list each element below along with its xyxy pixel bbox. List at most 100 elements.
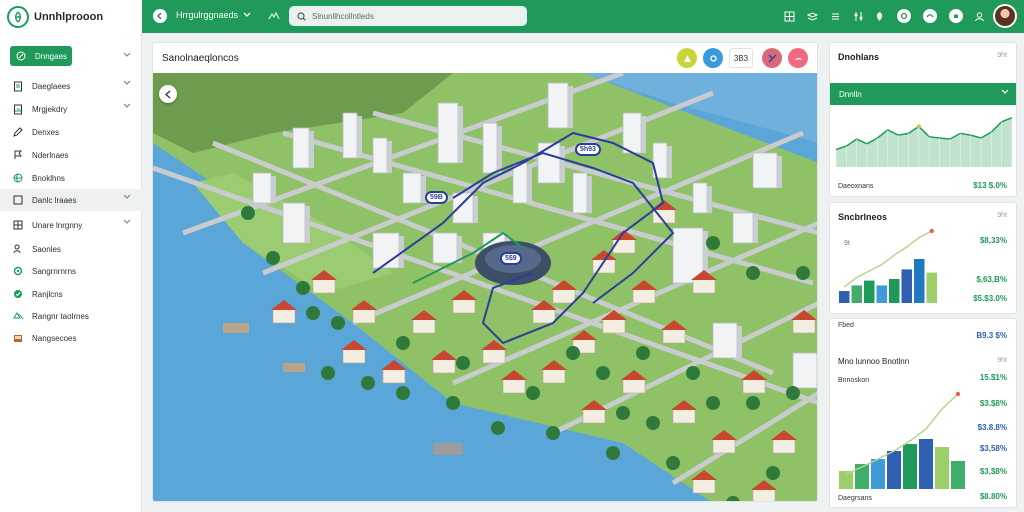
sidebar-item-label: Mrgjekdry <box>32 104 68 114</box>
bar <box>839 291 850 303</box>
sidebar-item-label: Bnoklhns <box>32 173 65 183</box>
tree <box>296 281 310 295</box>
chat-icon[interactable] <box>897 9 911 23</box>
city-map[interactable]: 59B 5h93 5$9 <box>153 73 818 502</box>
location-tool-icon[interactable] <box>703 48 723 68</box>
bar <box>871 459 885 489</box>
building <box>777 156 782 188</box>
sidebar-item-10[interactable]: Ranjlcns <box>0 283 142 305</box>
house <box>382 368 406 384</box>
back-icon[interactable] <box>153 9 167 23</box>
sidebar-item-0[interactable]: Dnngaes <box>10 46 72 66</box>
sidebar-item-6[interactable]: Danlc lraaes <box>0 189 142 211</box>
bar <box>914 259 925 303</box>
house <box>712 438 736 454</box>
data-point <box>929 228 934 234</box>
tree <box>361 376 375 390</box>
tree <box>706 396 720 410</box>
route-tool-icon[interactable] <box>762 48 782 68</box>
house <box>622 378 646 394</box>
sidebar-item-12[interactable]: Nangsecoes <box>0 327 142 349</box>
tree <box>596 366 610 380</box>
building <box>560 146 565 183</box>
globe-icon <box>12 172 24 184</box>
building <box>473 196 478 223</box>
document-icon <box>12 80 24 92</box>
sidebar-item-8[interactable]: Saonles <box>0 238 142 260</box>
chevron-down-icon[interactable] <box>123 52 131 58</box>
globe-icon[interactable] <box>923 9 937 23</box>
house <box>692 278 716 294</box>
bell-icon[interactable] <box>949 9 963 23</box>
tree <box>686 366 700 380</box>
measure-tool-icon[interactable] <box>677 48 697 68</box>
row-value: $3,$8% <box>979 467 1007 476</box>
square-icon <box>12 194 24 206</box>
list-icon[interactable] <box>828 9 842 23</box>
selection-count[interactable]: 3B3 <box>729 48 753 68</box>
map-back-icon[interactable] <box>159 85 177 103</box>
search-input[interactable]: Slnunllhcollntleds <box>289 6 527 26</box>
sidebar-item-label: Danlc lraaes <box>32 195 77 205</box>
chevron-down-icon <box>123 80 131 86</box>
building <box>752 152 778 189</box>
house <box>452 298 476 314</box>
bar <box>903 444 917 489</box>
building <box>357 116 362 158</box>
map-pin-icon[interactable] <box>872 9 886 23</box>
brand[interactable]: Unnhlprooon <box>0 0 142 33</box>
panel-scenarios: Sncbrlneos 9ht 9t rSt $8,33% $,63,B% $5.… <box>829 202 1017 314</box>
grid-icon[interactable] <box>782 9 796 23</box>
bar <box>926 272 937 303</box>
avatar[interactable] <box>993 4 1017 28</box>
user-icon[interactable] <box>972 9 986 23</box>
panel-overview: Dnohlans 9ht Dnnlln Daeoxnans $13 $.0% <box>829 42 1017 197</box>
metric-value: $5.$3.0% <box>973 294 1007 303</box>
sliders-icon[interactable] <box>851 9 865 23</box>
house <box>602 318 626 334</box>
sidebar-item-3[interactable]: Denxes <box>0 121 142 143</box>
building <box>452 192 474 224</box>
route-badge[interactable]: 5$9 <box>500 252 522 265</box>
project-selector[interactable]: Hrrgulrggnaeds <box>176 10 251 20</box>
house <box>582 408 606 424</box>
building <box>271 176 276 203</box>
bar <box>901 269 912 303</box>
panel-dropdown[interactable]: Dnnlln <box>830 83 1016 105</box>
sidebar-item-7[interactable]: Unare lnrgnny <box>0 214 142 236</box>
app-name: Unnhlprooon <box>34 10 104 23</box>
pier <box>223 323 249 333</box>
bar <box>876 285 887 303</box>
building <box>458 106 463 163</box>
delete-tool-icon[interactable] <box>788 48 808 68</box>
building <box>568 86 573 128</box>
tree <box>766 466 780 480</box>
route-badge[interactable]: 59B <box>425 191 448 204</box>
city-map-canvas[interactable] <box>153 73 818 502</box>
tree <box>706 236 720 250</box>
building <box>753 216 758 243</box>
sidebar-item-label: Denxes <box>32 127 60 137</box>
house <box>272 308 296 324</box>
chevron-down-icon <box>1001 89 1009 95</box>
bar <box>951 461 965 489</box>
sidebar-item-5[interactable]: Bnoklhns <box>0 167 142 189</box>
sidebar-item-9[interactable]: Sangrnrnrns <box>0 260 142 282</box>
building <box>737 326 742 358</box>
area-chart <box>836 117 1012 167</box>
sidebar-item-11[interactable]: Rangnr taolrnes <box>0 305 142 327</box>
route-badge[interactable]: 5h93 <box>575 143 601 156</box>
tree <box>636 346 650 360</box>
building <box>282 202 306 244</box>
sidebar-item-2[interactable]: Mrgjekdry <box>0 98 142 120</box>
building <box>372 137 388 174</box>
sidebar-item-4[interactable]: Nderlnaes <box>0 144 142 166</box>
building <box>641 116 646 153</box>
building <box>305 206 310 243</box>
building <box>292 127 310 169</box>
wave-icon[interactable] <box>268 10 280 22</box>
layers-icon[interactable] <box>805 9 819 23</box>
building <box>587 176 592 213</box>
sidebar-item-1[interactable]: Daeglaees <box>0 75 142 97</box>
panel-title: Sncbrlneos <box>838 212 888 222</box>
